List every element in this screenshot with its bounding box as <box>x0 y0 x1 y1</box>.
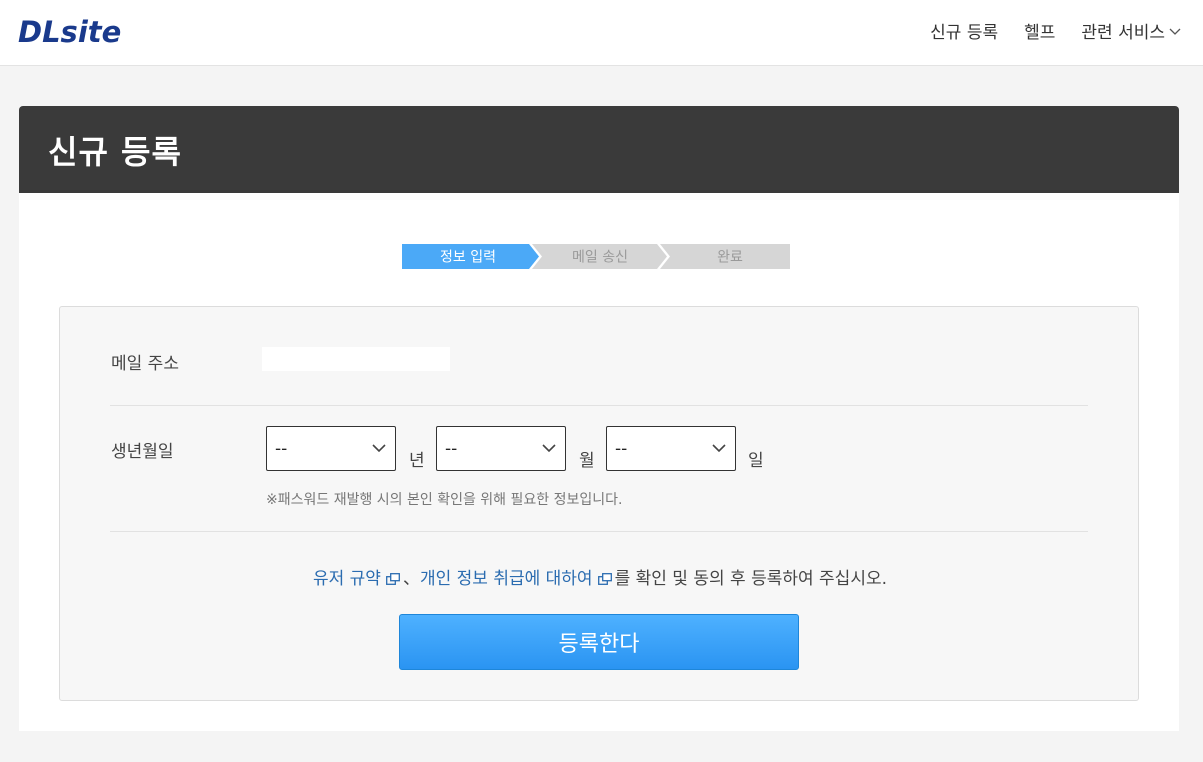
birth-month-value: -- <box>445 438 458 459</box>
email-label: 메일 주소 <box>111 354 179 374</box>
month-unit: 월 <box>579 451 595 471</box>
step-3-label: 완료 <box>717 250 743 266</box>
signup-panel: 신규 등록 정보 입력 메일 송신 완료 메일 주소 생년월일 -- 년 -- … <box>19 106 1179 731</box>
progress-steps: 정보 입력 메일 송신 완료 <box>402 244 790 269</box>
nav-signup-link[interactable]: 신규 등록 <box>930 18 998 43</box>
step-complete: 완료 <box>660 244 790 269</box>
chevron-down-icon <box>542 444 556 453</box>
birth-day-select[interactable]: -- <box>606 426 736 471</box>
birthday-note: ※패스워드 재발행 시의 본인 확인을 위해 필요한 정보입니다. <box>266 492 623 508</box>
birthday-label: 생년월일 <box>111 442 174 462</box>
nav-related-services-label: 관련 서비스 <box>1081 23 1165 43</box>
birth-year-value: -- <box>275 438 288 459</box>
chevron-down-icon <box>372 444 386 453</box>
external-link-icon <box>597 573 612 585</box>
dlsite-logo[interactable]: DLsite <box>18 14 122 48</box>
terms-link-label: 유저 규약 <box>312 569 381 589</box>
privacy-link[interactable]: 개인 정보 취급에 대하여 <box>420 569 593 589</box>
year-unit: 년 <box>409 451 425 471</box>
panel-header: 신규 등록 <box>19 106 1179 193</box>
agreement-separator: 、 <box>402 569 420 589</box>
nav-related-services-dropdown[interactable]: 관련 서비스 <box>1081 18 1181 43</box>
privacy-link-label: 개인 정보 취급에 대하여 <box>419 569 593 589</box>
page-title: 신규 등록 <box>48 132 182 171</box>
divider <box>110 531 1088 532</box>
step-mail-send: 메일 송신 <box>532 244 667 269</box>
chevron-down-icon <box>1169 28 1181 35</box>
birth-year-select[interactable]: -- <box>266 426 396 471</box>
logo-text: DLsite <box>18 15 121 48</box>
birth-day-value: -- <box>615 438 628 459</box>
step-2-label: 메일 송신 <box>572 250 628 266</box>
step-1-label: 정보 입력 <box>440 250 496 266</box>
register-button[interactable]: 등록한다 <box>399 614 799 670</box>
day-unit: 일 <box>748 451 764 471</box>
external-link-icon <box>386 573 400 585</box>
nav-help-link[interactable]: 헬프 <box>1024 18 1055 43</box>
top-bar: DLsite 신규 등록 헬프 관련 서비스 <box>0 0 1203 66</box>
nav-help-label: 헬프 <box>1024 23 1056 43</box>
step-info-input: 정보 입력 <box>402 244 539 269</box>
birth-month-select[interactable]: -- <box>436 426 566 471</box>
nav-signup-label: 신규 등록 <box>930 23 999 43</box>
terms-link[interactable]: 유저 규약 <box>313 569 381 589</box>
agreement-suffix: 를 확인 및 동의 후 등록하여 주십시오. <box>614 569 888 589</box>
agreement-text: 유저 규약 、개인 정보 취급에 대하여 를 확인 및 동의 후 등록하여 주십시오… <box>60 564 1140 589</box>
chevron-down-icon <box>712 444 726 453</box>
divider <box>110 405 1088 406</box>
signup-form: 메일 주소 생년월일 -- 년 -- 월 -- 일 ※패스워드 재발행 시의 본… <box>59 306 1139 701</box>
top-nav: 신규 등록 헬프 관련 서비스 <box>904 18 1181 43</box>
email-value <box>262 347 450 371</box>
